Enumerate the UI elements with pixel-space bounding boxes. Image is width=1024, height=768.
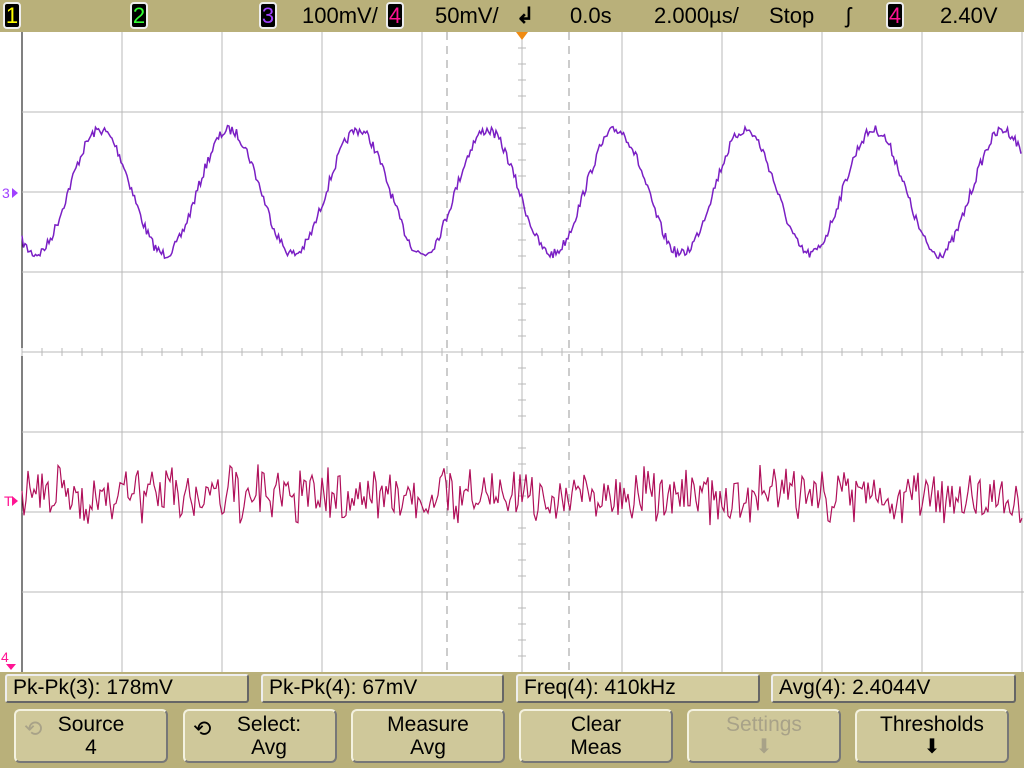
rising-edge-icon: ʃ (846, 3, 851, 28)
trigger-position-marker (516, 32, 528, 40)
channel-4-marker-arrow (6, 664, 16, 670)
softkey-measure[interactable]: Measure Avg (351, 709, 505, 763)
timebase: 2.000µs/ (654, 3, 739, 28)
channel-4-badge[interactable]: 4 (386, 2, 404, 29)
channel-3-scale: 100mV/ (302, 3, 378, 28)
channel-3-badge[interactable]: 3 (259, 2, 277, 29)
channel-3-marker-arrow (12, 188, 18, 198)
trigger-level: 2.40V (940, 3, 998, 28)
measurement-pkpk-3: Pk-Pk(3): 178mV (5, 674, 249, 703)
softkey-clear-meas[interactable]: Clear Meas (519, 709, 673, 763)
measurement-pkpk-4: Pk-Pk(4): 67mV (261, 674, 504, 703)
trigger-source-badge[interactable]: 4 (886, 2, 904, 29)
softkey-settings[interactable]: Settings ⬇ (687, 709, 841, 763)
channel-1-badge[interactable]: 1 (3, 2, 21, 29)
submenu-arrow-icon: ⬇ (923, 736, 941, 758)
softkey-label: Thresholds (880, 713, 984, 736)
measurement-avg-4: Avg(4): 2.4044V (771, 674, 1016, 703)
graticule (21, 32, 1024, 672)
channel-2-badge[interactable]: 2 (130, 2, 148, 29)
softkey-label: Measure (387, 713, 469, 736)
softkey-value: Meas (570, 736, 622, 759)
time-offset: 0.0s (570, 3, 612, 28)
softkey-select[interactable]: ⟲ Select: Avg (183, 709, 337, 763)
channel-4-scale: 50mV/ (435, 3, 499, 28)
status-bar: 1 2 3 100mV/ 4 50mV/ ↲ 0.0s 2.000µs/ Sto… (0, 0, 1024, 32)
channel-3-ground-marker[interactable]: 3 (2, 185, 10, 201)
softkey-label: Settings (726, 713, 802, 736)
softkey-thresholds[interactable]: Thresholds ⬇ (855, 709, 1009, 763)
softkey-value: Avg (410, 736, 446, 759)
delay-icon: ↲ (516, 3, 535, 28)
submenu-arrow-icon: ⬇ (755, 736, 773, 758)
measurement-freq-4: Freq(4): 410kHz (516, 674, 760, 703)
entry-knob-icon: ⟲ (193, 716, 212, 741)
trigger-level-marker[interactable]: T (4, 493, 13, 509)
run-state: Stop (769, 3, 815, 28)
softkey-source[interactable]: ⟲ Source 4 (14, 709, 168, 763)
entry-knob-icon: ⟲ (24, 716, 43, 741)
trigger-marker-arrow (12, 496, 18, 506)
channel-4-ground-marker[interactable]: 4 (1, 649, 9, 665)
waveform-display: 3 T 4 (0, 32, 1024, 672)
softkey-label: Clear (570, 713, 622, 736)
